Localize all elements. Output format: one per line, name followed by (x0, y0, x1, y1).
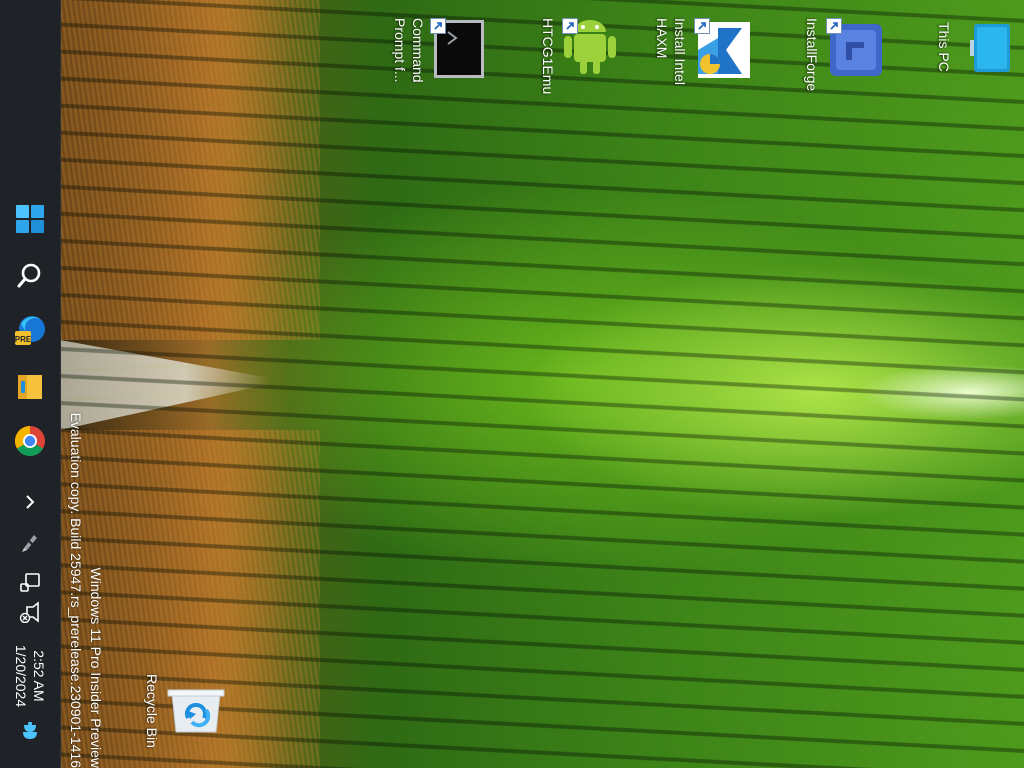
desktop-icon-label-line1: Command (410, 18, 426, 83)
wallpaper-stalks (60, 0, 1024, 768)
desktop-icon-label: This PC (936, 22, 952, 72)
desktop-icon-label: Recycle Bin (144, 674, 160, 748)
desktop-icon-htcg1emu[interactable]: HTCG1Emu (530, 8, 630, 98)
desktop-wallpaper (60, 0, 1024, 768)
pen-icon (19, 531, 41, 558)
clock-time: 2:52 AM (31, 650, 47, 702)
desktop-icon-install-intel-haxm[interactable]: Install Intel HAXM (650, 8, 760, 98)
watermark-edition: Windows 11 Pro Insider Preview (88, 567, 104, 768)
desktop-icon-label-line2: Prompt f... (392, 18, 408, 83)
computer-icon (970, 18, 1014, 79)
desktop-icon-installforge[interactable]: InstallForge (800, 8, 890, 98)
search-button[interactable] (6, 251, 54, 299)
shortcut-arrow-icon (562, 18, 578, 34)
watermark-build: Evaluation copy. Build 25947.rs_prerelea… (68, 412, 84, 768)
search-icon (16, 261, 44, 289)
start-button[interactable] (6, 195, 54, 243)
desktop-icon-recycle-bin[interactable]: Recycle Bin (130, 660, 230, 760)
tray-pen-button[interactable] (16, 530, 44, 558)
tray-network-button[interactable] (16, 570, 44, 598)
desktop-icon-label-line1: Install Intel (672, 18, 688, 85)
shortcut-arrow-icon (694, 18, 710, 34)
windows-start-icon (15, 204, 45, 234)
desktop-icon-label: HTCG1Emu (540, 18, 556, 95)
chrome-icon (14, 425, 46, 457)
notification-bell-icon (20, 721, 40, 747)
taskbar-file-explorer[interactable] (6, 363, 54, 411)
recycle-bin-icon (166, 688, 226, 743)
evaluation-watermark: Windows 11 Pro Insider Preview Evaluatio… (62, 396, 106, 768)
taskbar-edge-canary[interactable]: PRE (6, 307, 54, 355)
network-icon (19, 571, 41, 598)
clock-date: 1/20/2024 (13, 644, 29, 708)
taskbar-chrome[interactable] (6, 417, 54, 465)
desktop-icon-label-line2: HAXM (654, 18, 670, 59)
svg-text:PRE: PRE (15, 335, 32, 344)
shortcut-arrow-icon (430, 18, 446, 34)
chevron-icon (23, 493, 37, 516)
edge-pre-icon: PRE (13, 314, 47, 348)
folder-icon (15, 372, 45, 402)
taskbar-clock[interactable]: 2:52 AM 1/20/2024 (4, 628, 56, 724)
volume-muted-icon (19, 600, 41, 628)
tray-overflow-button[interactable] (16, 490, 44, 518)
notification-button[interactable] (18, 721, 42, 747)
desktop-icon-label: InstallForge (804, 18, 820, 92)
shortcut-arrow-icon (826, 18, 842, 34)
tray-volume-button[interactable] (16, 600, 44, 628)
desktop-icon-command-prompt[interactable]: Command Prompt f... (380, 8, 490, 98)
taskbar: PRE 2:52 AM 1/20/2024 (0, 0, 61, 768)
desktop-icon-this-pc[interactable]: This PC (930, 8, 1020, 98)
